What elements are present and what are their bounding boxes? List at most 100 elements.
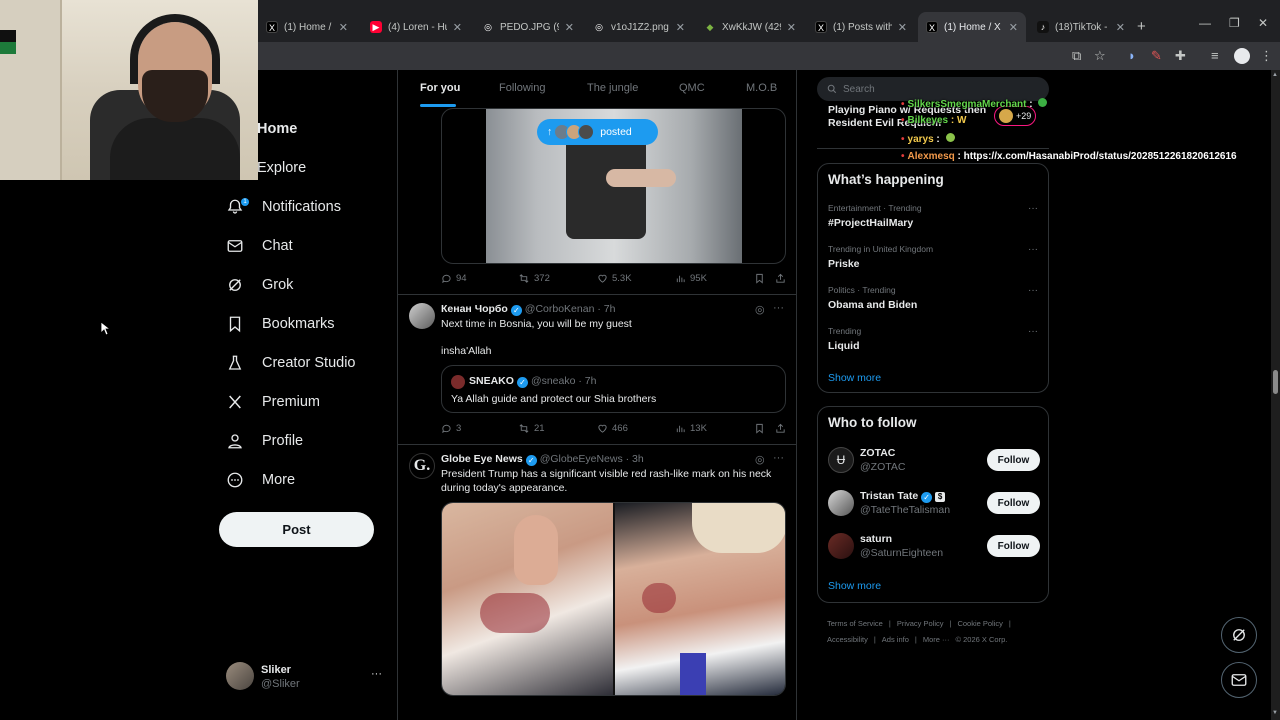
footer-link[interactable]: More ··· [923, 635, 950, 644]
browser-tab[interactable]: ◎ v1oJ1Z2.png (112 ✕ [585, 12, 693, 42]
more-icon[interactable]: ··· [1028, 285, 1038, 296]
browser-tab-active[interactable]: X (1) Home / X ✕ [918, 12, 1026, 42]
like-button[interactable]: 466 [597, 423, 628, 434]
footer-link[interactable]: Ads info [882, 635, 909, 644]
nav-item-chat[interactable]: Chat [219, 231, 293, 261]
grok-icon [224, 274, 246, 296]
puzzle-icon[interactable]: ✚ [1175, 48, 1186, 64]
account-switcher[interactable]: Sliker @Sliker ··· [226, 662, 386, 692]
avatar[interactable]: G. [409, 453, 435, 479]
post-button[interactable]: Post [219, 512, 374, 547]
nav-item-grok[interactable]: Grok [219, 270, 293, 300]
more-icon[interactable]: ··· [371, 668, 382, 680]
follow-suggestion[interactable]: saturn @SaturnEighteen Follow [828, 531, 1040, 563]
show-more-link[interactable]: Show more [828, 372, 881, 384]
kebab-menu-icon[interactable]: ⋮ [1260, 48, 1273, 64]
new-tab-icon[interactable]: + [1137, 18, 1146, 35]
nav-item-more[interactable]: More [219, 465, 295, 495]
grok-icon[interactable]: ◎ [755, 303, 765, 316]
views-button[interactable]: 13K [675, 423, 707, 434]
browser-tab[interactable]: X (1) Home / X ✕ [258, 12, 356, 42]
browser-tab[interactable]: ▶ (4) Loren - Hung ✕ [362, 12, 470, 42]
show-more-link[interactable]: Show more [828, 580, 881, 592]
close-tab-icon[interactable]: ✕ [787, 21, 796, 34]
tab-the-jungle[interactable]: The jungle [587, 82, 638, 94]
more-icon[interactable]: ··· [773, 302, 784, 314]
repost-button[interactable]: 372 [518, 273, 550, 284]
follow-suggestion[interactable]: Ʉ ZOTAC @ZOTAC Follow [828, 445, 1040, 477]
page-scrollbar[interactable]: ▲ ▼ [1271, 70, 1280, 720]
reply-button[interactable]: 3 [441, 423, 461, 434]
nav-item-notifications[interactable]: 1 Notifications [219, 192, 341, 222]
close-tab-icon[interactable]: ✕ [676, 21, 685, 34]
browser-profile-avatar[interactable] [1234, 48, 1250, 64]
browser-tab[interactable]: ♪ (18)TikTok - Make ✕ [1029, 12, 1133, 42]
reply-button[interactable]: 94 [441, 273, 467, 284]
install-icon[interactable]: ⧉ [1072, 48, 1081, 64]
tweet-media[interactable] [441, 502, 786, 696]
nav-item-explore[interactable]: Explore [219, 153, 306, 183]
footer-link[interactable]: Privacy Policy [897, 619, 944, 628]
minimize-icon[interactable]: — [1199, 16, 1211, 30]
more-icon[interactable]: ··· [1028, 203, 1038, 214]
follow-suggestion[interactable]: Tristan Tate ✓ $ @TateTheTalisman Follow [828, 488, 1040, 520]
grok-fab-button[interactable] [1221, 617, 1257, 653]
tab-mob[interactable]: M.O.B [746, 82, 777, 94]
extension-icon[interactable]: ✎ [1151, 48, 1162, 64]
close-tab-icon[interactable]: ✕ [1116, 21, 1125, 34]
nav-item-creator-studio[interactable]: Creator Studio [219, 348, 356, 378]
search-input[interactable] [843, 83, 1023, 95]
close-tab-icon[interactable]: ✕ [1009, 21, 1018, 34]
tab-following[interactable]: Following [499, 82, 545, 94]
close-window-icon[interactable]: ✕ [1258, 16, 1268, 30]
bookmark-button[interactable] [754, 423, 769, 434]
footer-link[interactable]: Accessibility [827, 635, 868, 644]
follow-button[interactable]: Follow [987, 535, 1040, 557]
close-tab-icon[interactable]: ✕ [453, 21, 462, 34]
trend-item[interactable]: Entertainment · Trending #ProjectHailMar… [828, 203, 1040, 229]
nav-item-home[interactable]: Home [219, 114, 297, 144]
close-tab-icon[interactable]: ✕ [898, 21, 907, 34]
tab-search-icon[interactable]: ≡ [1211, 48, 1219, 63]
avatar[interactable] [409, 303, 435, 329]
scroll-thumb[interactable] [1273, 370, 1278, 394]
more-icon[interactable]: ··· [1028, 326, 1038, 337]
tab-qmc[interactable]: QMC [679, 82, 705, 94]
more-icon[interactable]: ··· [1028, 244, 1038, 255]
browser-tab[interactable]: ◎ PEDO.JPG (981×5 ✕ [474, 12, 582, 42]
repost-button[interactable]: 21 [518, 423, 545, 434]
browser-tab[interactable]: ◆ XwKkJW (429×44 ✕ [696, 12, 804, 42]
share-button[interactable] [775, 273, 790, 284]
extension-icon[interactable]: ◗ [1128, 48, 1136, 63]
trend-item[interactable]: Politics · Trending Obama and Biden ··· [828, 285, 1040, 311]
close-tab-icon[interactable]: ✕ [339, 21, 348, 34]
trend-item[interactable]: Trending in United Kingdom Priske ··· [828, 244, 1040, 270]
grok-icon[interactable]: ◎ [755, 453, 765, 466]
bookmark-button[interactable] [754, 273, 769, 284]
footer-link[interactable]: Terms of Service [827, 619, 883, 628]
share-button[interactable] [775, 423, 790, 434]
like-button[interactable]: 5.3K [597, 273, 632, 284]
tab-label: (4) Loren - Hung [388, 21, 447, 33]
tweet-author-name[interactable]: Globe Eye News [441, 453, 523, 465]
footer-link[interactable]: Cookie Policy [957, 619, 1002, 628]
messages-fab-button[interactable] [1221, 662, 1257, 698]
restore-icon[interactable]: ❐ [1229, 16, 1240, 30]
follow-button[interactable]: Follow [987, 449, 1040, 471]
browser-tab[interactable]: X (1) Posts with rep ✕ [807, 12, 915, 42]
star-icon[interactable]: ☆ [1094, 48, 1106, 64]
tab-for-you[interactable]: For you [420, 82, 460, 94]
more-icon[interactable]: ··· [773, 452, 784, 464]
nav-item-premium[interactable]: Premium [219, 387, 320, 417]
quote-tweet[interactable]: SNEAKO ✓ @sneako · 7h Ya Allah guide and p… [441, 365, 786, 413]
nav-item-bookmarks[interactable]: Bookmarks [219, 309, 335, 339]
scroll-up-icon[interactable]: ▲ [1272, 72, 1278, 78]
follow-button[interactable]: Follow [987, 492, 1040, 514]
scroll-down-icon[interactable]: ▼ [1272, 710, 1278, 716]
tweet-author-name[interactable]: Кенан Чорбо [441, 303, 508, 315]
trend-item[interactable]: Trending Liquid ··· [828, 326, 1040, 352]
views-button[interactable]: 95K [675, 273, 707, 284]
nav-item-profile[interactable]: Profile [219, 426, 303, 456]
close-tab-icon[interactable]: ✕ [565, 21, 574, 34]
new-posts-pill[interactable]: ↑ posted [537, 119, 658, 145]
